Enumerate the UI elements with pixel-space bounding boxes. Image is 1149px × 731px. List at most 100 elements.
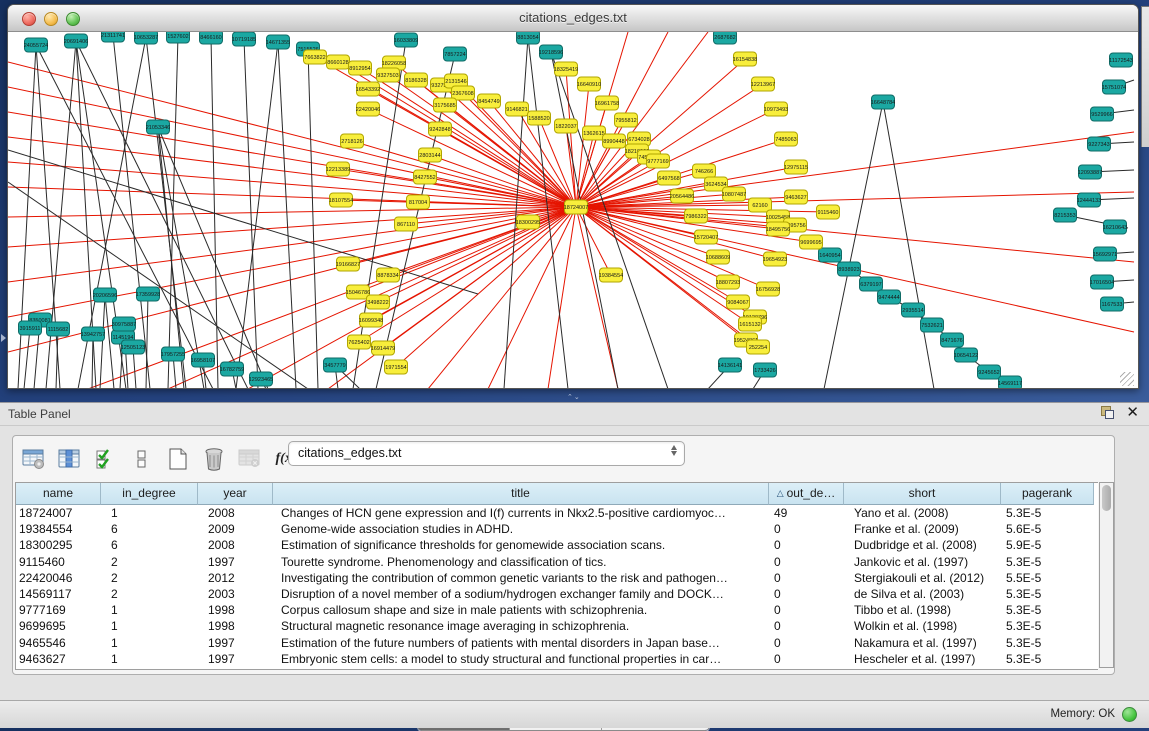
- cell-out_de[interactable]: 0: [769, 586, 844, 602]
- cell-year[interactable]: 1997: [198, 651, 273, 667]
- graph-node[interactable]: 10688609: [706, 250, 730, 264]
- table-scrollbar-thumb[interactable]: [1102, 485, 1111, 511]
- graph-node[interactable]: 7955812: [615, 113, 638, 127]
- cell-out_de[interactable]: 0: [769, 554, 844, 570]
- cell-pagerank[interactable]: 5.3E-5: [1001, 505, 1094, 521]
- graph-node[interactable]: 6379197: [860, 277, 883, 291]
- column-header-out_de[interactable]: △out_de…: [769, 483, 844, 505]
- graph-node[interactable]: 8186328: [405, 73, 428, 87]
- table-row[interactable]: 1830029562008Estimation of significance …: [16, 537, 1098, 553]
- graph-node[interactable]: 9474444: [878, 290, 901, 304]
- graph-node[interactable]: 21053346: [146, 120, 170, 134]
- graph-node[interactable]: 2935514: [902, 303, 925, 317]
- collapsed-panel-arrow-icon[interactable]: [1, 334, 6, 342]
- graph-node[interactable]: 13942757: [81, 327, 105, 341]
- cell-year[interactable]: 2008: [198, 505, 273, 521]
- graph-node[interactable]: 3915911: [19, 321, 42, 335]
- graph-node[interactable]: 9115460: [817, 205, 840, 219]
- cell-name[interactable]: 22420046: [16, 570, 101, 586]
- graph-node[interactable]: 19654923: [763, 252, 787, 266]
- graph-node[interactable]: 18325419: [554, 62, 578, 76]
- delete-columns-icon[interactable]: [199, 444, 229, 474]
- cell-in_degree[interactable]: 2: [101, 570, 198, 586]
- unselect-all-icon[interactable]: [127, 444, 157, 474]
- cell-out_de[interactable]: 0: [769, 570, 844, 586]
- black-edge[interactable]: [24, 328, 30, 388]
- graph-node[interactable]: 7663822: [304, 50, 327, 64]
- red-edge[interactable]: [576, 192, 1134, 207]
- cell-name[interactable]: 19384554: [16, 521, 101, 537]
- cell-pagerank[interactable]: 5.3E-5: [1001, 618, 1094, 634]
- black-edge[interactable]: [308, 49, 318, 388]
- graph-node[interactable]: 12213967: [751, 77, 775, 91]
- cell-name[interactable]: 18300295: [16, 537, 101, 553]
- graph-node[interactable]: 17359928: [136, 287, 160, 301]
- table-row[interactable]: 1938455462009Genome-wide association stu…: [16, 521, 1098, 537]
- graph-node[interactable]: 19384554: [599, 268, 623, 282]
- graph-node[interactable]: 15720407: [694, 230, 718, 244]
- cell-in_degree[interactable]: 2: [101, 586, 198, 602]
- graph-node[interactable]: 18107554: [329, 193, 353, 207]
- graph-node[interactable]: 1822037: [555, 119, 578, 133]
- graph-node[interactable]: 15692971: [1093, 247, 1117, 261]
- table-row[interactable]: 2242004622012Investigating the contribut…: [16, 570, 1098, 586]
- cell-short[interactable]: de Silva et al. (2003): [844, 586, 1001, 602]
- black-edge[interactable]: [146, 294, 148, 388]
- graph-node[interactable]: 6497568: [658, 171, 681, 185]
- graph-node[interactable]: 16543392: [356, 82, 380, 96]
- graph-node[interactable]: 2803144: [419, 148, 442, 162]
- graph-node[interactable]: 9227343: [1088, 137, 1111, 151]
- graph-node[interactable]: 1115682: [47, 322, 70, 336]
- graph-node[interactable]: 9777169: [647, 154, 670, 168]
- graph-node[interactable]: 18724007: [564, 200, 588, 214]
- cell-year[interactable]: 2008: [198, 537, 273, 553]
- column-header-short[interactable]: short: [844, 483, 1001, 505]
- graph-node[interactable]: 12444133: [1077, 193, 1101, 207]
- table-selector-combobox[interactable]: citations_edges.txt: [288, 441, 685, 466]
- graph-node[interactable]: 3457779: [324, 358, 347, 372]
- cell-in_degree[interactable]: 2: [101, 554, 198, 570]
- graph-node[interactable]: 867110: [395, 217, 418, 231]
- cell-short[interactable]: Tibbo et al. (1998): [844, 602, 1001, 618]
- graph-node[interactable]: 9146821: [506, 102, 529, 116]
- cell-pagerank[interactable]: 5.3E-5: [1001, 554, 1094, 570]
- network-canvas[interactable]: 2405572420691406213117411065328715276028…: [8, 32, 1136, 388]
- cell-title[interactable]: Embryonic stem cells: a model to study s…: [273, 651, 769, 667]
- graph-node[interactable]: 16033809: [394, 33, 418, 47]
- cell-out_de[interactable]: 0: [769, 635, 844, 651]
- graph-node[interactable]: 30975887: [112, 317, 136, 331]
- graph-node[interactable]: 8466160: [200, 32, 223, 44]
- graph-node[interactable]: 1167533: [1101, 297, 1124, 311]
- graph-node[interactable]: 252254: [747, 340, 770, 354]
- cell-in_degree[interactable]: 1: [101, 505, 198, 521]
- select-all-icon[interactable]: [91, 444, 121, 474]
- cell-short[interactable]: Franke et al. (2009): [844, 521, 1001, 537]
- graph-node[interactable]: 14569117: [998, 376, 1022, 388]
- graph-node[interactable]: 24055724: [24, 38, 48, 52]
- black-edge[interactable]: [824, 102, 883, 388]
- cell-pagerank[interactable]: 5.5E-5: [1001, 570, 1094, 586]
- cell-name[interactable]: 9463627: [16, 651, 101, 667]
- graph-node[interactable]: 11172543: [1109, 53, 1133, 67]
- cell-short[interactable]: Stergiakouli et al. (2012): [844, 570, 1001, 586]
- graph-node[interactable]: 3498222: [367, 295, 390, 309]
- graph-node[interactable]: 8427552: [414, 170, 437, 184]
- cell-in_degree[interactable]: 6: [101, 521, 198, 537]
- graph-node[interactable]: 15751074: [1102, 80, 1126, 94]
- graph-node[interactable]: 17016504: [1090, 275, 1114, 289]
- cell-title[interactable]: Structural magnetic resonance image aver…: [273, 618, 769, 634]
- graph-node[interactable]: 3175685: [434, 98, 457, 112]
- graph-node[interactable]: 1733426: [754, 363, 777, 377]
- cell-short[interactable]: Nakamura et al. (1997): [844, 635, 1001, 651]
- table-row[interactable]: 1872400712008Changes of HCN gene express…: [16, 505, 1098, 521]
- cell-year[interactable]: 2012: [198, 570, 273, 586]
- cell-title[interactable]: Estimation of significance thresholds fo…: [273, 537, 769, 553]
- cell-out_de[interactable]: 0: [769, 651, 844, 667]
- cell-out_de[interactable]: 0: [769, 537, 844, 553]
- cell-short[interactable]: Wolkin et al. (1998): [844, 618, 1001, 634]
- red-edge[interactable]: [576, 133, 594, 207]
- cell-short[interactable]: Yano et al. (2008): [844, 505, 1001, 521]
- cell-name[interactable]: 9465546: [16, 635, 101, 651]
- graph-node[interactable]: 8813054: [517, 32, 540, 44]
- cell-in_degree[interactable]: 1: [101, 618, 198, 634]
